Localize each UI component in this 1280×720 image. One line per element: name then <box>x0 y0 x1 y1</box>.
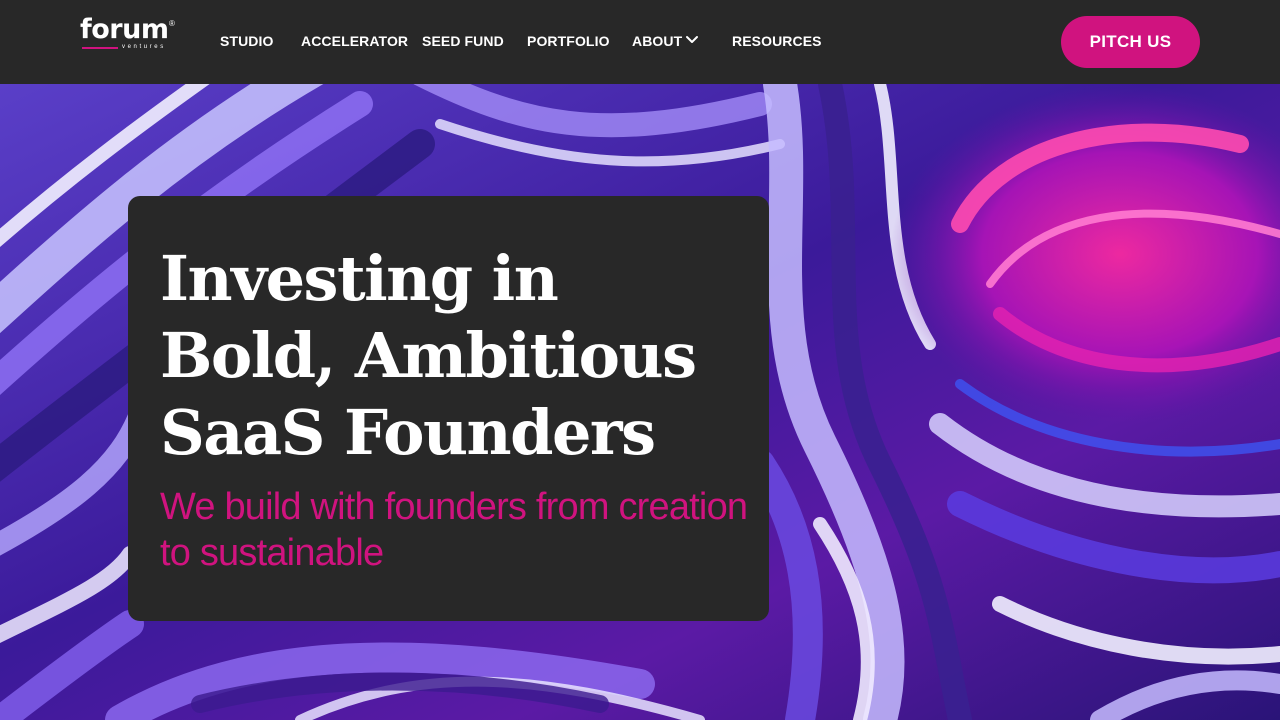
hero-headline: Investing in Bold, Ambitious SaaS Founde… <box>160 242 697 469</box>
top-nav: forum ® ventures STUDIO ACCELERATOR SEED… <box>0 0 1280 84</box>
hero-subline: We build with founders from creation to … <box>160 486 748 574</box>
forum-ventures-logo[interactable]: forum ® ventures <box>80 14 180 56</box>
logo-subtext: ventures <box>122 44 166 50</box>
logo-underline <box>82 47 118 49</box>
chevron-down-icon[interactable] <box>685 35 699 45</box>
nav-item-about[interactable]: ABOUT <box>632 33 682 49</box>
nav-item-portfolio[interactable]: PORTFOLIO <box>527 33 610 49</box>
pitch-us-button[interactable]: PITCH US <box>1061 16 1200 68</box>
logo-wordmark: forum <box>80 14 169 45</box>
hero-card: Investing in Bold, Ambitious SaaS Founde… <box>128 196 769 621</box>
nav-item-studio[interactable]: STUDIO <box>220 33 274 49</box>
nav-item-resources[interactable]: RESOURCES <box>732 33 822 49</box>
registered-mark: ® <box>169 19 175 28</box>
nav-item-accelerator[interactable]: ACCELERATOR <box>301 33 408 49</box>
nav-item-seed-fund[interactable]: SEED FUND <box>422 33 504 49</box>
